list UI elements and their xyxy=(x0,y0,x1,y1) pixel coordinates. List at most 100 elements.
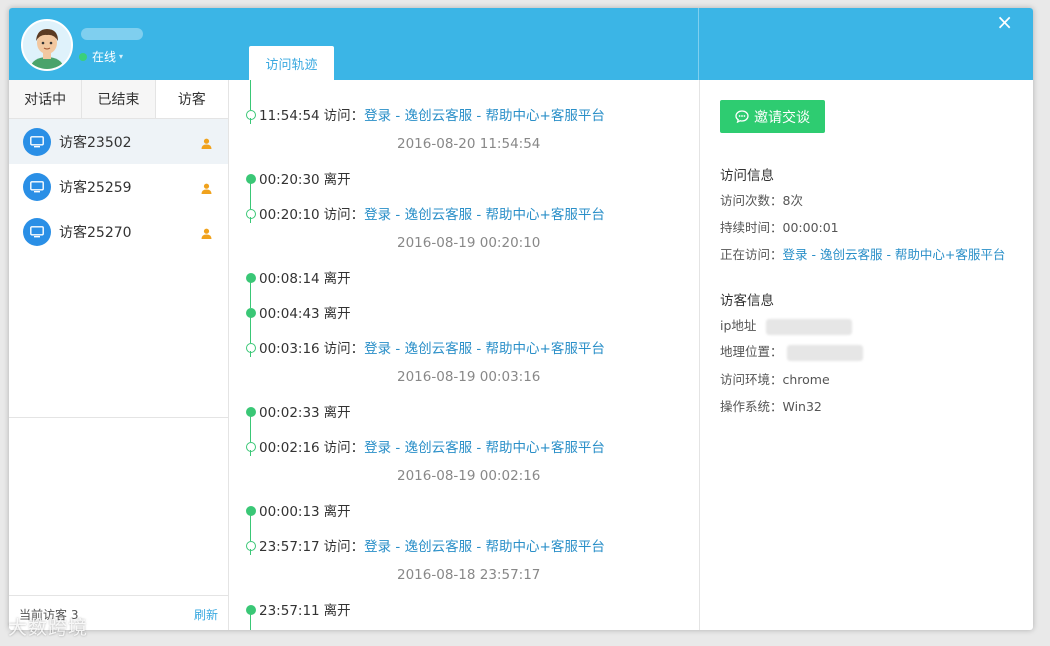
timeline-connector xyxy=(250,281,251,308)
event-time: 11:54:54 xyxy=(259,108,320,124)
tab-ended[interactable]: 已结束 xyxy=(82,80,156,118)
visitor-item[interactable]: 访客25270 xyxy=(9,209,228,254)
left-panel: 对话中 已结束 访客 访客23502 访客25259 访客25270 当前访客 … xyxy=(9,80,229,630)
chat-window: 在线 ▾ 访问轨迹 × 对话中 已结束 访客 访客23502 访客25259 访… xyxy=(9,8,1033,630)
leave-node-icon xyxy=(246,273,256,283)
event-time: 00:20:30 xyxy=(259,172,320,188)
timeline-connector xyxy=(250,549,251,555)
event-action: 离开 xyxy=(323,172,351,188)
visiting-page-link[interactable]: 登录 - 逸创云客服 - 帮助中心+客服平台 xyxy=(783,247,1006,262)
person-icon xyxy=(201,179,212,198)
visit-timeline-panel: 11:54:54 访问：登录 - 逸创云客服 - 帮助中心+客服平台 2016-08… xyxy=(229,80,698,630)
ip-redacted xyxy=(766,318,853,335)
browser-env: 访问环境：chrome xyxy=(720,372,830,387)
monitor-icon xyxy=(23,172,51,201)
agent-name-redacted xyxy=(81,28,143,40)
timeline-visit-event: 00:20:10 访问：登录 - 逸创云客服 - 帮助中心+客服平台 xyxy=(246,203,698,223)
visiting-page: 正在访问：登录 - 逸创云客服 - 帮助中心+客服平台 xyxy=(720,244,1005,263)
visit-date: 2016-08-19 00:02:16 xyxy=(397,468,541,484)
timeline-connector xyxy=(250,351,251,357)
status-selector[interactable]: 在线 ▾ xyxy=(79,48,123,65)
timeline-visit-event: 00:02:16 访问：登录 - 逸创云客服 - 帮助中心+客服平台 xyxy=(246,436,698,456)
visitor-name: 访客25259 xyxy=(59,179,132,196)
agent-avatar[interactable] xyxy=(21,19,73,71)
invite-chat-button[interactable]: 邀请交谈 xyxy=(720,100,825,133)
close-icon[interactable]: × xyxy=(996,12,1013,32)
status-label: 在线 xyxy=(92,50,117,64)
tab-visitors[interactable]: 访客 xyxy=(155,80,228,118)
event-time: 00:04:43 xyxy=(259,306,320,322)
window-header: 在线 ▾ 访问轨迹 × xyxy=(9,8,1033,80)
right-panel: 邀请交谈 访问信息 访问次数：8次 持续时间：00:00:01 正在访问：登录 … xyxy=(699,80,1033,630)
event-time: 00:00:13 xyxy=(259,504,320,520)
tab-chatting[interactable]: 对话中 xyxy=(9,80,83,118)
ip-label: ip地址 xyxy=(720,318,757,333)
visitor-list: 访客23502 访客25259 访客25270 xyxy=(9,119,228,418)
location-label: 地理位置： xyxy=(720,344,783,359)
location-redacted xyxy=(786,344,863,361)
timeline-leave-event: 00:04:43 离开 xyxy=(246,302,698,322)
event-action: 离开 xyxy=(323,603,351,619)
event-action: 访问： xyxy=(323,108,365,124)
leave-node-icon xyxy=(246,407,256,417)
visited-page-link[interactable]: 登录 - 逸创云客服 - 帮助中心+客服平台 xyxy=(364,207,605,223)
person-icon xyxy=(201,224,212,243)
visited-page-link[interactable]: 登录 - 逸创云客服 - 帮助中心+客服平台 xyxy=(364,539,605,555)
ip-row: ip地址 xyxy=(720,315,853,335)
visited-page-link[interactable]: 登录 - 逸创云客服 - 帮助中心+客服平台 xyxy=(364,108,605,124)
visit-duration: 持续时间：00:00:01 xyxy=(720,220,839,235)
monitor-icon xyxy=(23,127,51,156)
event-action: 离开 xyxy=(323,405,351,421)
leave-node-icon xyxy=(246,605,256,615)
monitor-icon xyxy=(23,217,51,246)
visitor-info-title: 访客信息 xyxy=(720,293,774,309)
visit-date: 2016-08-19 00:03:16 xyxy=(397,369,541,385)
timeline-connector xyxy=(250,217,251,223)
visit-date: 2016-08-20 11:54:54 xyxy=(397,136,541,152)
timeline-connector xyxy=(250,80,251,110)
timeline-connector xyxy=(250,450,251,456)
visit-date: 2016-08-19 00:20:10 xyxy=(397,235,541,251)
event-action: 离开 xyxy=(323,504,351,520)
visit-date: 2016-08-18 23:57:17 xyxy=(397,567,541,583)
agent-avatar-image xyxy=(23,21,71,69)
visited-page-link[interactable]: 登录 - 逸创云客服 - 帮助中心+客服平台 xyxy=(364,440,605,456)
visitor-name: 访客25270 xyxy=(59,224,132,241)
header-divider xyxy=(698,8,699,80)
event-time: 00:08:14 xyxy=(259,271,320,287)
timeline-connector xyxy=(250,118,251,124)
visit-node-icon xyxy=(246,110,256,120)
timeline-connector xyxy=(250,514,251,541)
timeline-visit-event: 23:57:17 访问：登录 - 逸创云客服 - 帮助中心+客服平台 xyxy=(246,535,698,555)
visit-node-icon xyxy=(246,541,256,551)
operating-system: 操作系统：Win32 xyxy=(720,399,822,414)
tab-visit-track[interactable]: 访问轨迹 xyxy=(249,46,334,80)
event-time: 00:02:33 xyxy=(259,405,320,421)
timeline-leave-event: 23:57:11 离开 xyxy=(246,599,698,619)
leave-node-icon xyxy=(246,506,256,516)
event-time: 00:20:10 xyxy=(259,207,320,223)
visitor-item[interactable]: 访客25259 xyxy=(9,164,228,209)
timeline-leave-event: 00:00:13 离开 xyxy=(246,500,698,520)
watermark-text: 大数跨境 xyxy=(8,617,89,639)
event-time: 23:57:11 xyxy=(259,603,320,619)
visit-info-title: 访问信息 xyxy=(720,168,774,184)
invite-label: 邀请交谈 xyxy=(754,109,810,126)
visited-page-link[interactable]: 登录 - 逸创云客服 - 帮助中心+客服平台 xyxy=(364,341,605,357)
timeline-connector xyxy=(250,316,251,343)
visit-node-icon xyxy=(246,343,256,353)
visit-count: 访问次数：8次 xyxy=(720,193,803,208)
person-icon xyxy=(201,134,212,153)
event-action: 访问： xyxy=(323,207,365,223)
visitor-name: 访客23502 xyxy=(59,134,132,151)
timeline-leave-event: 00:20:30 离开 xyxy=(246,168,698,188)
timeline-connector xyxy=(250,182,251,209)
event-action: 离开 xyxy=(323,271,351,287)
visiting-label: 正在访问： xyxy=(720,247,783,262)
visitor-item[interactable]: 访客23502 xyxy=(9,119,228,164)
timeline-leave-event: 00:02:33 离开 xyxy=(246,401,698,421)
event-action: 访问： xyxy=(323,440,365,456)
leave-node-icon xyxy=(246,174,256,184)
refresh-link[interactable]: 刷新 xyxy=(194,606,218,623)
event-time: 00:02:16 xyxy=(259,440,320,456)
